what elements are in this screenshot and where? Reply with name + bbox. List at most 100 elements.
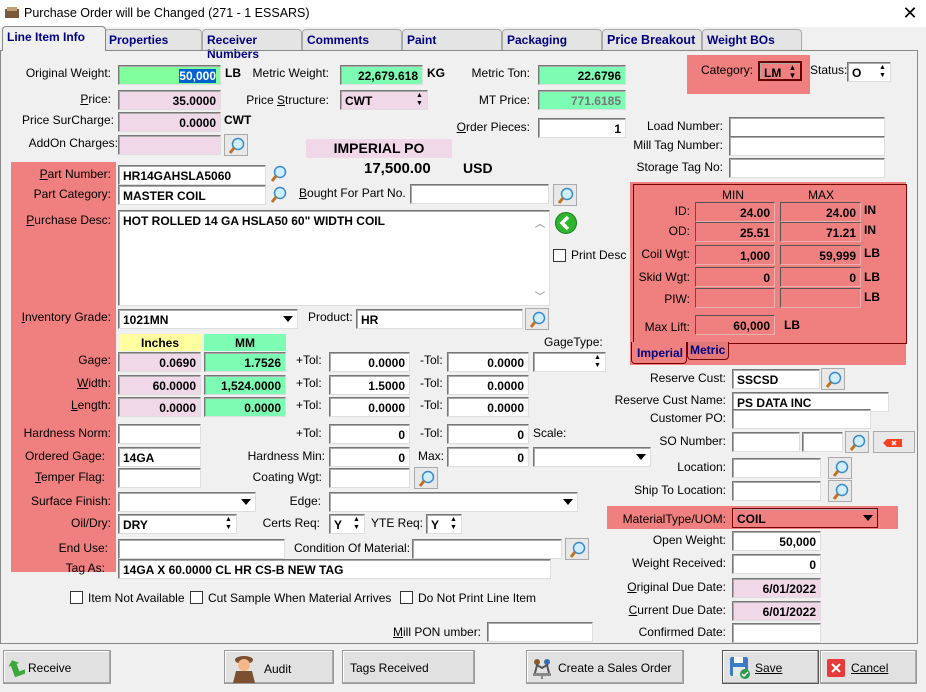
load-number-input[interactable] xyxy=(729,117,885,137)
scroll-down-icon[interactable]: ﹀ xyxy=(535,288,545,303)
piw-max-input[interactable] xyxy=(780,288,861,308)
skid-wgt-min-input[interactable]: 0 xyxy=(695,267,775,287)
current-due-input[interactable]: 6/01/2022 xyxy=(732,601,821,621)
hardness-minus-tol-input[interactable]: 0 xyxy=(447,424,529,444)
cut-sample-checkbox[interactable] xyxy=(190,591,203,604)
original-weight-input[interactable]: 50,000 xyxy=(118,65,221,85)
copy-arrow-left-icon[interactable] xyxy=(554,211,578,235)
tab-imperial[interactable]: Imperial xyxy=(631,342,687,364)
tags-received-button[interactable]: Tags Received xyxy=(342,650,475,684)
edge-dropdown[interactable] xyxy=(329,492,578,512)
certs-req-spinner[interactable]: Y ▲ ▼ xyxy=(329,514,365,534)
max-lift-input[interactable]: 60,000 xyxy=(695,315,775,335)
ship-to-input[interactable] xyxy=(732,481,821,501)
tab-paint[interactable]: Paint xyxy=(402,29,502,50)
yte-req-spinner[interactable]: Y ▲ ▼ xyxy=(426,514,462,534)
condition-input[interactable] xyxy=(412,539,562,559)
confirmed-date-input[interactable] xyxy=(732,623,821,643)
gage-minus-tol-input[interactable]: 0.0000 xyxy=(447,352,529,372)
hardness-min-input[interactable]: 0 xyxy=(329,447,410,467)
length-mm-input[interactable]: 0.0000 xyxy=(204,397,286,417)
do-not-print-checkbox[interactable] xyxy=(400,591,413,604)
width-inches-input[interactable]: 60.0000 xyxy=(118,375,201,395)
bought-for-input[interactable] xyxy=(410,184,549,204)
coil-wgt-max-input[interactable]: 59,999 xyxy=(780,245,861,265)
end-use-input[interactable] xyxy=(118,539,285,559)
tag-as-input[interactable]: 14GA X 60.0000 CL HR CS-B NEW TAG xyxy=(118,559,551,579)
save-button[interactable]: Save xyxy=(722,650,819,684)
gage-mm-input[interactable]: 1.7526 xyxy=(204,352,286,372)
audit-button[interactable]: Audit xyxy=(224,650,334,684)
so-number-search-button[interactable] xyxy=(845,431,869,453)
length-plus-tol-input[interactable]: 0.0000 xyxy=(329,397,410,417)
ship-to-search-button[interactable] xyxy=(828,480,852,502)
part-category-search-button[interactable] xyxy=(267,184,291,206)
storage-tag-input[interactable] xyxy=(729,158,885,178)
width-minus-tol-input[interactable]: 0.0000 xyxy=(447,375,529,395)
ordered-gage-input[interactable]: 14GA xyxy=(118,447,201,467)
width-plus-tol-input[interactable]: 1.5000 xyxy=(329,375,410,395)
metric-weight-input[interactable]: 22,679.618 xyxy=(340,65,423,85)
inventory-grade-dropdown[interactable]: 1021MN xyxy=(118,309,298,329)
part-number-input[interactable]: HR14GAHSLA5060 xyxy=(118,165,266,185)
mill-po-input[interactable] xyxy=(487,622,593,642)
reserve-cust-input[interactable]: SSCSD xyxy=(732,369,820,389)
coating-wgt-search-button[interactable] xyxy=(414,467,438,489)
spin-arrows-icon[interactable]: ▲ ▼ xyxy=(223,516,234,532)
mill-tag-input[interactable] xyxy=(729,136,885,156)
coil-wgt-min-input[interactable]: 1,000 xyxy=(695,245,775,265)
addon-charges-input[interactable] xyxy=(118,135,221,155)
skid-wgt-max-input[interactable]: 0 xyxy=(780,267,861,287)
item-not-available-checkbox[interactable] xyxy=(70,591,83,604)
close-button[interactable]: ✕ xyxy=(900,4,920,24)
weight-received-input[interactable]: 0 xyxy=(732,554,821,574)
product-search-button[interactable] xyxy=(525,308,549,330)
spin-arrows-icon[interactable]: ▲ ▼ xyxy=(787,64,798,80)
od-max-input[interactable]: 71.21 xyxy=(780,222,861,242)
print-desc-checkbox[interactable] xyxy=(553,249,566,262)
purchase-desc-textarea[interactable]: HOT ROLLED 14 GA HSLA50 60" WIDTH COIL ︿ ﹀ xyxy=(118,210,550,306)
hardness-max-input[interactable]: 0 xyxy=(447,447,529,467)
mt-price-input[interactable]: 771.6185 xyxy=(538,90,626,110)
spin-arrows-icon[interactable]: ▲ ▼ xyxy=(414,92,425,108)
price-input[interactable]: 35.0000 xyxy=(118,90,221,110)
metric-ton-input[interactable]: 22.6796 xyxy=(538,65,626,85)
gage-inches-input[interactable]: 0.0690 xyxy=(118,352,201,372)
addon-charges-search-button[interactable] xyxy=(224,134,248,156)
location-search-button[interactable] xyxy=(828,457,852,479)
od-min-input[interactable]: 25.51 xyxy=(695,222,775,242)
hardness-norm-input[interactable] xyxy=(118,424,201,444)
scroll-up-icon[interactable]: ︿ xyxy=(535,215,545,230)
tab-weight-bos[interactable]: Weight BOs xyxy=(702,29,802,50)
id-max-input[interactable]: 24.00 xyxy=(780,202,861,222)
material-type-dropdown[interactable]: COIL xyxy=(732,508,878,528)
tab-properties[interactable]: Properties xyxy=(104,29,202,50)
customer-po-input[interactable] xyxy=(732,409,871,429)
tab-price-breakout[interactable]: Price Breakout xyxy=(602,29,702,50)
status-spinner[interactable]: O ▲ ▼ xyxy=(847,62,891,82)
width-mm-input[interactable]: 1,524.0000 xyxy=(204,375,286,395)
bought-for-search-button[interactable] xyxy=(553,184,577,206)
so-line-input[interactable] xyxy=(802,432,843,452)
tab-packaging[interactable]: Packaging xyxy=(502,29,602,50)
clear-so-button[interactable] xyxy=(873,431,915,453)
piw-min-input[interactable] xyxy=(695,288,775,308)
receive-button[interactable]: Receive xyxy=(3,650,111,684)
tab-line-item-info[interactable]: Line Item Info xyxy=(2,26,106,51)
price-structure-spinner[interactable]: CWT ▲ ▼ xyxy=(340,90,428,110)
tab-metric[interactable]: Metric xyxy=(687,342,729,360)
gagetype-spinner[interactable]: ▲ ▼ xyxy=(533,352,606,372)
open-weight-input[interactable]: 50,000 xyxy=(732,531,821,551)
id-min-input[interactable]: 24.00 xyxy=(695,202,775,222)
tab-receiver-numbers[interactable]: Receiver Numbers xyxy=(202,29,302,61)
oil-dry-spinner[interactable]: DRY ▲ ▼ xyxy=(118,514,237,534)
order-pieces-input[interactable]: 1 xyxy=(538,118,626,138)
coating-wgt-input[interactable] xyxy=(329,468,410,488)
spin-arrows-icon[interactable]: ▲ ▼ xyxy=(351,516,362,532)
length-inches-input[interactable]: 0.0000 xyxy=(118,397,201,417)
hardness-plus-tol-input[interactable]: 0 xyxy=(329,424,410,444)
create-sales-order-button[interactable]: Create a Sales Order xyxy=(526,650,684,684)
location-input[interactable] xyxy=(732,458,821,478)
part-number-search-button[interactable] xyxy=(267,163,291,185)
product-input[interactable]: HR xyxy=(356,309,523,329)
